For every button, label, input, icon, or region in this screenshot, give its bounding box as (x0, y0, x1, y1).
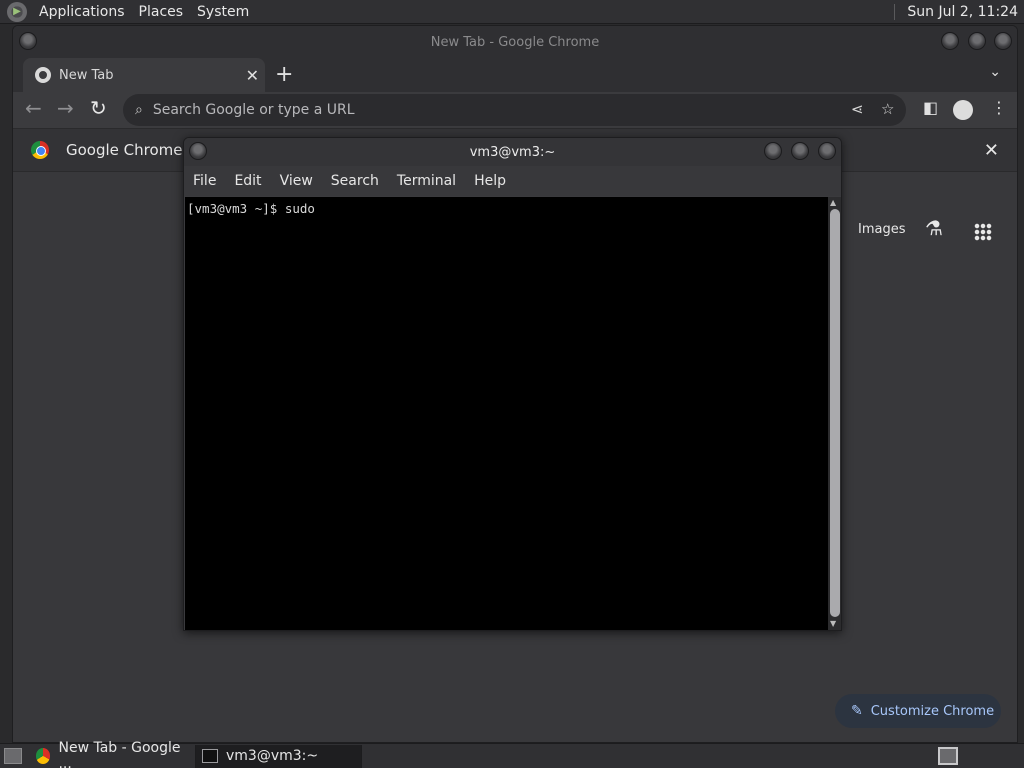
top-panel: ▶ Applications Places System Sun Jul 2, … (0, 0, 1024, 24)
chrome-toolbar: ← → ↻ ⌕ Search Google or type a URL ⋖ ☆ … (13, 92, 1017, 128)
scroll-down-arrow-icon[interactable]: ▼ (830, 619, 836, 628)
omnibox[interactable]: ⌕ Search Google or type a URL ⋖ ☆ (123, 94, 906, 126)
terminal-window-menu-button[interactable] (189, 142, 207, 160)
show-desktop-icon[interactable] (4, 748, 22, 764)
scroll-up-arrow-icon[interactable]: ▲ (830, 198, 836, 207)
terminal-menu-terminal[interactable]: Terminal (388, 173, 465, 189)
applications-menu[interactable]: Applications (32, 4, 132, 20)
new-tab-plus-icon[interactable]: + (275, 62, 293, 87)
terminal-menu-view[interactable]: View (271, 173, 322, 189)
chrome-window-title: New Tab - Google Chrome (430, 34, 600, 50)
reload-icon[interactable]: ↻ (90, 96, 107, 120)
chrome-titlebar[interactable]: New Tab - Google Chrome (13, 26, 1017, 58)
google-apps-grid-icon[interactable] (974, 223, 992, 241)
taskbar-item-terminal[interactable]: vm3@vm3:~ (196, 744, 362, 768)
terminal-menu-edit[interactable]: Edit (225, 173, 270, 189)
back-arrow-icon[interactable]: ← (25, 96, 42, 120)
chrome-task-icon (36, 748, 51, 764)
terminal-task-icon (202, 749, 218, 763)
workspace-switcher[interactable] (938, 747, 958, 765)
chrome-logo-icon (31, 141, 49, 159)
terminal-scrollbar[interactable]: ▲ ▼ (828, 197, 841, 630)
infobar-close-icon[interactable]: ✕ (984, 140, 999, 161)
terminal-menu-file[interactable]: File (184, 173, 225, 189)
tab-strip: New Tab ✕ + ⌄ (13, 58, 1017, 92)
kebab-menu-icon[interactable]: ⋮ (991, 98, 1007, 117)
labs-flask-icon[interactable]: ⚗ (925, 216, 943, 240)
terminal-menu-help[interactable]: Help (465, 173, 515, 189)
terminal-window-title: vm3@vm3:~ (469, 144, 556, 160)
customize-chrome-button[interactable]: ✎ Customize Chrome (835, 694, 1001, 728)
places-menu[interactable]: Places (132, 4, 191, 20)
omnibox-placeholder: Search Google or type a URL (152, 102, 355, 118)
maximize-button[interactable] (968, 32, 986, 50)
scrollbar-thumb[interactable] (830, 209, 840, 617)
star-icon[interactable]: ☆ (881, 100, 894, 118)
terminal-close-button[interactable] (818, 142, 836, 160)
terminal-minimize-button[interactable] (764, 142, 782, 160)
profile-icon[interactable] (953, 100, 973, 120)
terminal-menu-search[interactable]: Search (322, 173, 388, 189)
panel-clock[interactable]: Sun Jul 2, 11:24 (894, 3, 1024, 20)
tab-close-icon[interactable]: ✕ (246, 66, 259, 85)
close-button[interactable] (994, 32, 1012, 50)
taskbar-item-label: vm3@vm3:~ (226, 748, 319, 764)
taskbar-item-chrome[interactable]: New Tab - Google ... (28, 740, 196, 768)
terminal-menubar: File Edit View Search Terminal Help (184, 166, 841, 196)
terminal-titlebar[interactable]: vm3@vm3:~ (184, 138, 841, 166)
share-icon[interactable]: ⋖ (851, 100, 864, 118)
side-panel-icon[interactable]: ◧ (923, 98, 938, 117)
chrome-favicon-icon (35, 67, 51, 83)
terminal-maximize-button[interactable] (791, 142, 809, 160)
forward-arrow-icon[interactable]: → (57, 96, 74, 120)
pencil-icon: ✎ (851, 703, 863, 719)
bottom-taskbar: New Tab - Google ... vm3@vm3:~ (0, 740, 1024, 768)
minimize-button[interactable] (941, 32, 959, 50)
tab-search-chevron-icon[interactable]: ⌄ (989, 64, 1001, 80)
window-menu-button[interactable] (19, 32, 37, 50)
tab-new-tab[interactable]: New Tab ✕ (23, 58, 265, 92)
customize-chrome-label: Customize Chrome (870, 703, 995, 719)
system-menu[interactable]: System (190, 4, 256, 20)
tab-title: New Tab (59, 67, 114, 83)
terminal-screen[interactable]: [vm3@vm3 ~]$ sudo (185, 197, 828, 630)
taskbar-item-label: New Tab - Google ... (58, 740, 181, 768)
images-link[interactable]: Images (858, 222, 906, 237)
system-logo-icon[interactable]: ▶ (7, 1, 27, 22)
terminal-window: vm3@vm3:~ File Edit View Search Terminal… (183, 137, 842, 631)
search-icon: ⌕ (135, 102, 143, 118)
